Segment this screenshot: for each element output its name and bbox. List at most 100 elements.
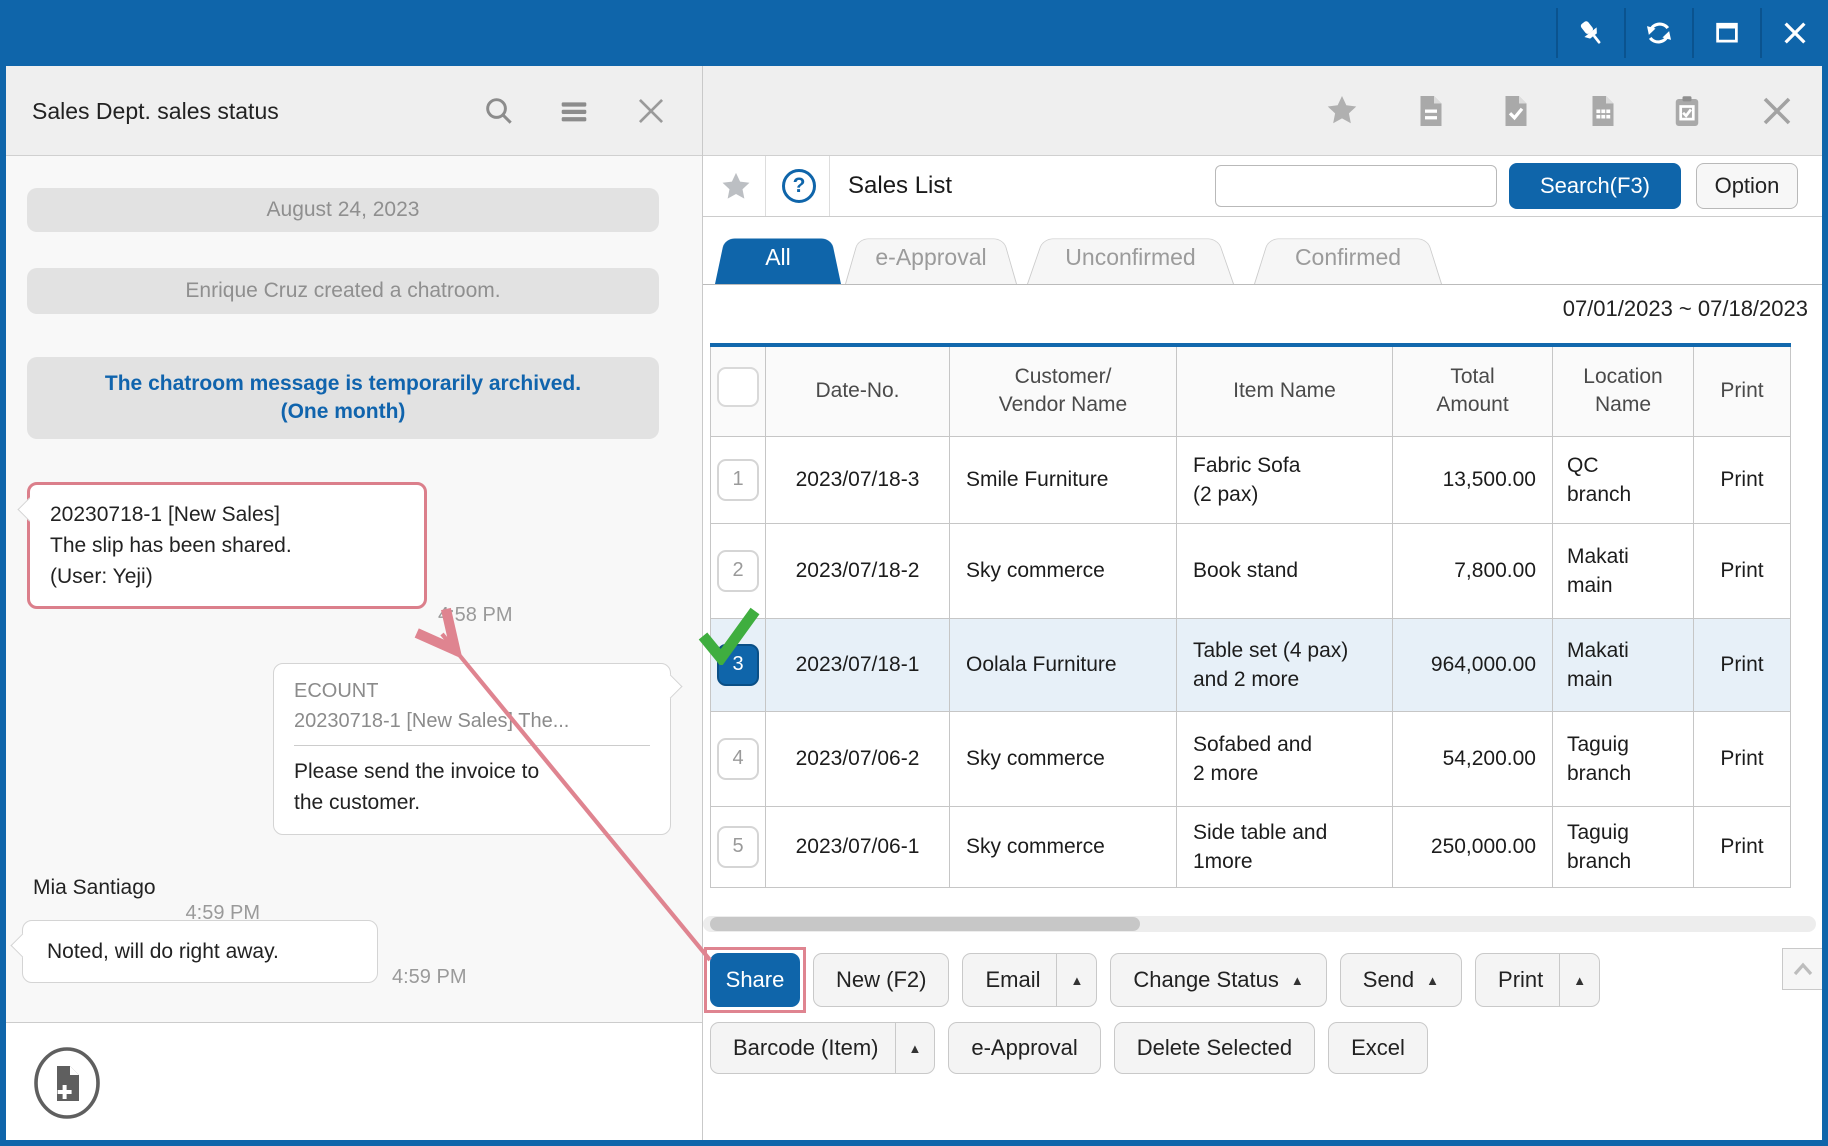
- tab-e-approval[interactable]: e-Approval: [845, 230, 1017, 284]
- maximize-button[interactable]: [1692, 8, 1760, 58]
- row-number-chip[interactable]: 4: [717, 738, 759, 780]
- slip-date-link[interactable]: 2023/07/18-1: [766, 618, 950, 711]
- dropup-arrow-icon[interactable]: ▲: [895, 1023, 935, 1073]
- tab-unconfirmed[interactable]: Unconfirmed: [1027, 230, 1234, 284]
- dropup-arrow-icon: ▲: [1426, 973, 1439, 988]
- sales-table: Date-No. Customer/ Vendor Name Item Name…: [710, 343, 1791, 888]
- document-grid-button[interactable]: [1585, 93, 1621, 129]
- excel-button[interactable]: Excel: [1328, 1022, 1428, 1074]
- scrollbar-thumb[interactable]: [710, 917, 1140, 931]
- horizontal-scrollbar[interactable]: [703, 916, 1816, 932]
- slip-date-link[interactable]: 2023/07/06-1: [766, 806, 950, 887]
- select-all-checkbox[interactable]: [717, 367, 759, 407]
- help-button[interactable]: ?: [782, 169, 816, 203]
- refresh-icon: [1643, 17, 1675, 49]
- dropup-arrow-icon[interactable]: ▲: [1056, 954, 1096, 1006]
- row-number-chip[interactable]: 2: [717, 550, 759, 592]
- item-cell: Table set (4 pax) and 2 more: [1177, 618, 1393, 711]
- document-grid-icon: [1585, 93, 1621, 129]
- location-cell: Makati main: [1553, 618, 1694, 711]
- table-row: 1 2023/07/18-3 Smile Furniture Fabric So…: [711, 436, 1791, 523]
- chat-bubble-text: 20230718-1 [New Sales] The slip has been…: [50, 499, 404, 592]
- table-row: 2 2023/07/18-2 Sky commerce Book stand 7…: [711, 523, 1791, 618]
- slip-date-link[interactable]: 2023/07/18-2: [766, 523, 950, 618]
- chat-search-button[interactable]: [483, 95, 515, 127]
- sales-list-panel: ? Sales List Search(F3) Option All e-App…: [703, 66, 1828, 1140]
- date-range[interactable]: 07/01/2023 ~ 07/18/2023: [1563, 296, 1808, 322]
- quote-sender: ECOUNT: [294, 676, 650, 706]
- option-button[interactable]: Option: [1696, 163, 1798, 209]
- print-link[interactable]: Print: [1694, 711, 1791, 806]
- new-button[interactable]: New (F2): [813, 953, 949, 1007]
- slip-date-link[interactable]: 2023/07/18-3: [766, 436, 950, 523]
- col-header-customer: Customer/ Vendor Name: [950, 345, 1177, 436]
- col-header-date: Date-No.: [766, 345, 950, 436]
- print-link[interactable]: Print: [1694, 523, 1791, 618]
- action-buttons-row-1: Share New (F2) Email▲ Change Status▲ Sen…: [710, 953, 1600, 1007]
- chat-close-button[interactable]: [635, 95, 667, 127]
- slip-date-link[interactable]: 2023/07/06-2: [766, 711, 950, 806]
- page-title-row: ? Sales List Search(F3) Option: [703, 156, 1828, 217]
- chat-bubble-noted[interactable]: Noted, will do right away.: [22, 920, 378, 983]
- chat-bubble-reply[interactable]: ECOUNT 20230718-1 [New Sales] The... Ple…: [273, 663, 671, 835]
- tab-all[interactable]: All: [715, 230, 841, 284]
- location-cell: Makati main: [1553, 523, 1694, 618]
- amount-cell: 54,200.00: [1393, 711, 1553, 806]
- maximize-icon: [1712, 18, 1742, 48]
- search-button[interactable]: Search(F3): [1509, 163, 1681, 209]
- print-link[interactable]: Print: [1694, 436, 1791, 523]
- e-approval-button[interactable]: e-Approval: [948, 1022, 1100, 1074]
- print-button[interactable]: Print▲: [1475, 953, 1600, 1007]
- item-cell: Book stand: [1177, 523, 1393, 618]
- toolbar-icons-row: [703, 66, 1828, 156]
- window-close-button[interactable]: [1760, 8, 1828, 58]
- pin-button[interactable]: [1556, 8, 1624, 58]
- row-number-chip[interactable]: 1: [717, 459, 759, 501]
- amount-cell: 13,500.00: [1393, 436, 1553, 523]
- print-link[interactable]: Print: [1694, 806, 1791, 887]
- change-status-button[interactable]: Change Status▲: [1110, 953, 1326, 1007]
- divider: [829, 156, 830, 216]
- chat-panel: Sales Dept. sales status: [6, 66, 703, 1140]
- clipboard-check-button[interactable]: [1669, 93, 1705, 129]
- dropup-arrow-icon[interactable]: ▲: [1559, 954, 1599, 1006]
- location-cell: Taguig branch: [1553, 806, 1694, 887]
- attach-file-button[interactable]: [31, 1045, 103, 1121]
- search-input[interactable]: [1215, 165, 1497, 207]
- close-icon: [1780, 18, 1810, 48]
- document-check-button[interactable]: [1498, 93, 1534, 129]
- scroll-up-button[interactable]: [1782, 948, 1824, 990]
- panel-close-button[interactable]: [1759, 93, 1795, 129]
- customer-cell: Smile Furniture: [950, 436, 1177, 523]
- star-icon: [1324, 93, 1360, 129]
- row-number-chip[interactable]: 3: [717, 644, 759, 686]
- chat-bubble-shared-slip[interactable]: 20230718-1 [New Sales] The slip has been…: [27, 482, 427, 609]
- customer-cell: Sky commerce: [950, 806, 1177, 887]
- chat-archive-notice: The chatroom message is temporarily arch…: [27, 357, 659, 439]
- slip-document-button[interactable]: [1413, 93, 1449, 129]
- share-button[interactable]: Share: [710, 953, 800, 1007]
- amount-cell: 964,000.00: [1393, 618, 1553, 711]
- chat-menu-button[interactable]: [558, 95, 590, 127]
- share-button-highlight: Share: [710, 953, 800, 1007]
- print-link[interactable]: Print: [1694, 618, 1791, 711]
- send-button[interactable]: Send▲: [1340, 953, 1462, 1007]
- quote-text: 20230718-1 [New Sales] The...: [294, 706, 650, 736]
- table-row: 4 2023/07/06-2 Sky commerce Sofabed and …: [711, 711, 1791, 806]
- refresh-button[interactable]: [1624, 8, 1692, 58]
- chat-bubble-text: Noted, will do right away.: [47, 936, 353, 967]
- chat-input-area[interactable]: [6, 1022, 702, 1140]
- barcode-button[interactable]: Barcode (Item)▲: [710, 1022, 935, 1074]
- favorite-button[interactable]: [1324, 93, 1360, 129]
- close-icon: [1759, 93, 1795, 129]
- hamburger-icon: [558, 95, 590, 127]
- favorite-page-button[interactable]: [719, 170, 753, 204]
- table-header-row: Date-No. Customer/ Vendor Name Item Name…: [711, 345, 1791, 436]
- star-icon: [719, 170, 753, 204]
- tab-confirmed[interactable]: Confirmed: [1254, 230, 1442, 284]
- delete-selected-button[interactable]: Delete Selected: [1114, 1022, 1315, 1074]
- email-button[interactable]: Email▲: [962, 953, 1097, 1007]
- row-number-chip[interactable]: 5: [717, 826, 759, 868]
- chevron-up-icon: [1791, 960, 1815, 978]
- titlebar: [0, 0, 1828, 66]
